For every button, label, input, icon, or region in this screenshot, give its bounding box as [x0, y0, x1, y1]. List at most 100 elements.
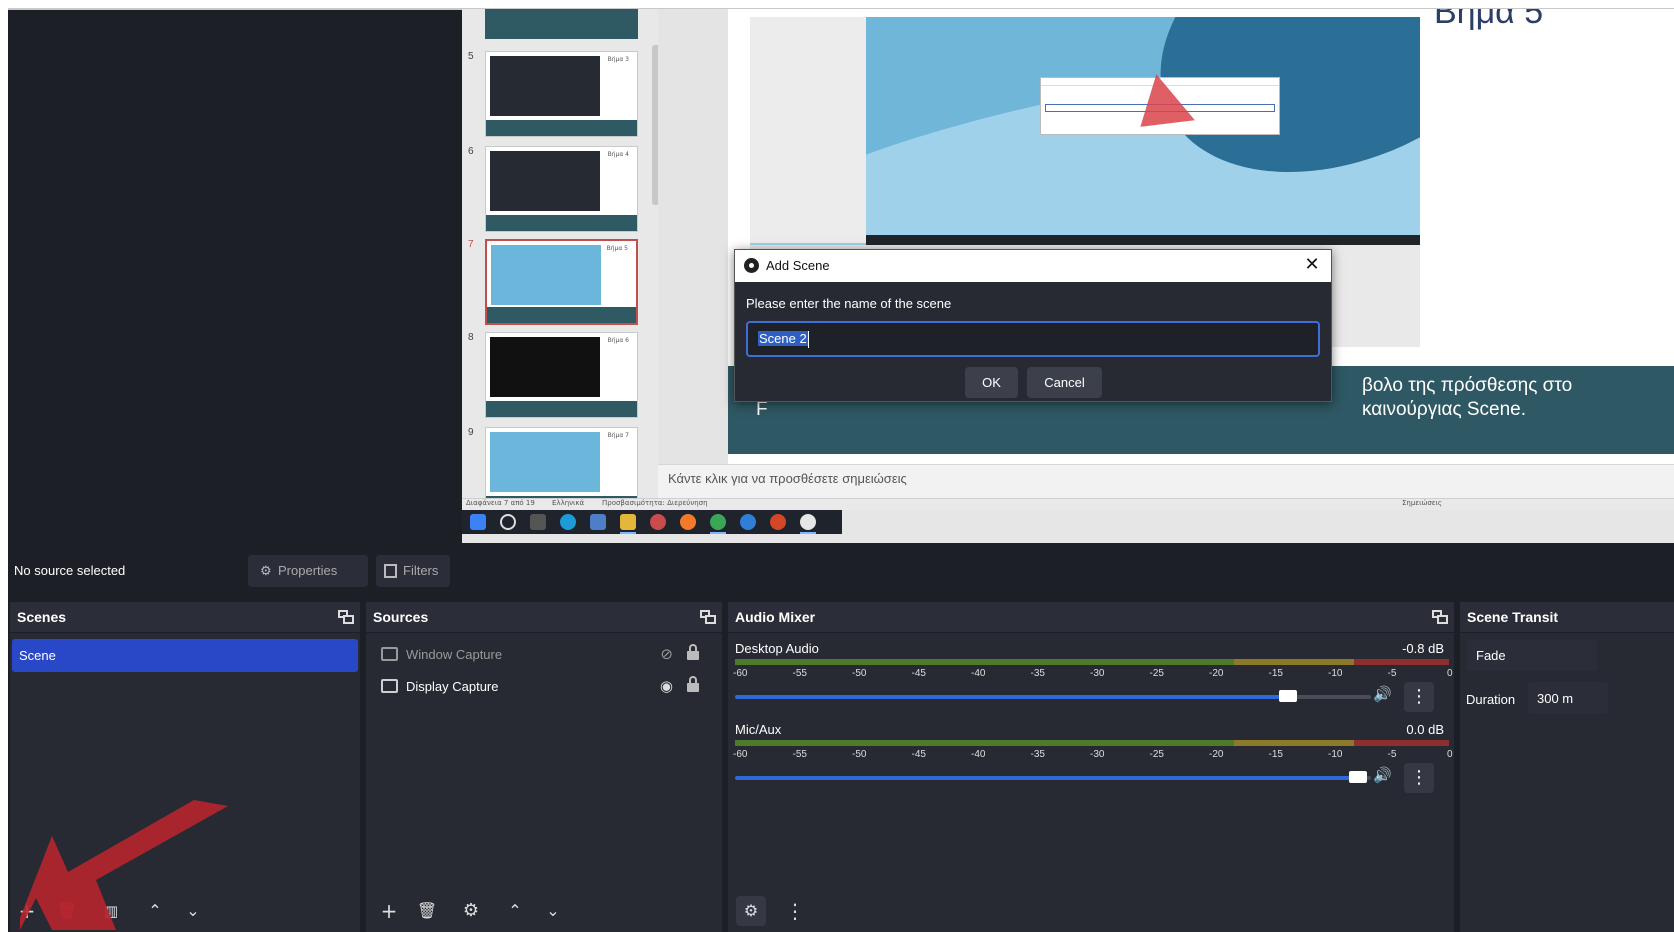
- remove-scene-button[interactable]: 🗑: [52, 896, 82, 926]
- taskbar-active-indicator: [620, 532, 636, 534]
- source-properties-gear-icon[interactable]: ⚙: [456, 896, 486, 926]
- remove-source-button[interactable]: 🗑: [412, 896, 442, 926]
- slide-thumbnail[interactable]: Βήμα 6: [485, 332, 638, 418]
- source-status: No source selected: [14, 563, 126, 578]
- thumbnail-tag: Βήμα 4: [607, 151, 629, 158]
- scenes-dock: Scenes Scene + 🗑 ▥ ⌃ ⌄: [10, 602, 360, 932]
- move-up-button[interactable]: ⌃: [500, 896, 530, 926]
- slide-thumbnail-pane: 5 Βήμα 3 6 Βήμα 4 7 Βήμα 5 8 Βήμα 6 9 Βή…: [462, 9, 660, 529]
- obs-logo-icon: [744, 258, 759, 273]
- windows-start-icon[interactable]: [470, 514, 486, 530]
- slide-thumbnail[interactable]: Βήμα 4: [485, 146, 638, 232]
- firefox-icon[interactable]: [680, 514, 696, 530]
- presentation-statusbar: Διαφάνεια 7 από 19 Ελληνικά Προσβασιμότη…: [462, 498, 1674, 510]
- filters-button[interactable]: Filters: [376, 555, 450, 587]
- slide-thumbnail-selected[interactable]: Βήμα 5: [485, 239, 638, 325]
- slide-body-text: βολο της πρόσθεσης στο καινούργιας Scene…: [1362, 374, 1572, 422]
- dock-header: Sources: [366, 602, 722, 633]
- channel-menu-button[interactable]: ⋮: [1404, 763, 1434, 793]
- duration-input[interactable]: 300 m: [1528, 682, 1608, 714]
- meter-tick-label: -5: [1387, 749, 1397, 760]
- task-view-icon[interactable]: [530, 514, 546, 530]
- edge-icon[interactable]: [560, 514, 576, 530]
- search-icon[interactable]: [500, 514, 516, 530]
- transition-select[interactable]: Fade: [1467, 640, 1597, 671]
- filter-icon: [384, 564, 397, 578]
- mixer-menu-button[interactable]: ⋮: [780, 896, 810, 926]
- taskbar-active-indicator: [710, 532, 726, 534]
- app-icon[interactable]: [590, 514, 606, 530]
- close-icon[interactable]: ✕: [1301, 254, 1323, 276]
- dialog-prompt: Please enter the name of the scene: [746, 296, 952, 311]
- speaker-icon[interactable]: 🔊: [1373, 766, 1392, 784]
- powerpoint-icon[interactable]: [770, 514, 786, 530]
- undock-icon[interactable]: [338, 610, 354, 624]
- move-down-button[interactable]: ⌄: [538, 896, 568, 926]
- cancel-button[interactable]: Cancel: [1027, 367, 1102, 398]
- slide-thumbnail[interactable]: Βήμα 3: [485, 51, 638, 137]
- lock-icon[interactable]: [686, 644, 700, 660]
- slide-text-line: βολο της πρόσθεσης στο: [1362, 375, 1573, 396]
- meter-tick-label: -40: [971, 749, 986, 760]
- volume-slider-fill[interactable]: [735, 776, 1358, 780]
- dialog-titlebar[interactable]: Add Scene ✕: [735, 250, 1331, 282]
- transition-value: Fade: [1476, 648, 1506, 663]
- add-source-button[interactable]: +: [374, 896, 404, 926]
- volume-slider-fill[interactable]: [735, 695, 1288, 699]
- meter-tick-label: -20: [1209, 749, 1224, 760]
- meter-tick-label: -15: [1268, 668, 1283, 679]
- scene-label: Scene: [19, 648, 56, 663]
- duration-label: Duration: [1466, 692, 1516, 707]
- scene-name-input[interactable]: Scene 2: [746, 321, 1320, 357]
- volume-slider-track[interactable]: [1288, 695, 1371, 699]
- move-up-button[interactable]: ⌃: [140, 896, 170, 926]
- eye-icon[interactable]: ◉: [660, 677, 673, 695]
- add-scene-button[interactable]: +: [12, 896, 42, 926]
- advanced-audio-gear-icon[interactable]: ⚙: [736, 896, 766, 926]
- app-icon[interactable]: [740, 514, 756, 530]
- screen: 5 Βήμα 3 6 Βήμα 4 7 Βήμα 5 8 Βήμα 6 9 Βή…: [0, 0, 1674, 932]
- meter-tick-label: -5: [1387, 668, 1397, 679]
- speaker-icon[interactable]: 🔊: [1373, 685, 1392, 703]
- source-item-display-capture[interactable]: Display Capture ◉: [366, 672, 722, 702]
- meter-tick-label: -40: [971, 668, 986, 679]
- status-slide-info: Διαφάνεια 7 από 19: [466, 499, 535, 507]
- preview-canvas[interactable]: 5 Βήμα 3 6 Βήμα 4 7 Βήμα 5 8 Βήμα 6 9 Βή…: [462, 9, 1674, 569]
- ok-button[interactable]: OK: [965, 367, 1018, 398]
- move-down-button[interactable]: ⌄: [178, 896, 208, 926]
- scene-name-value: Scene 2: [758, 331, 808, 346]
- volume-slider-handle[interactable]: [1349, 771, 1367, 783]
- undock-icon[interactable]: [700, 610, 716, 624]
- dialog-title: Add Scene: [766, 258, 830, 273]
- text-caret: [808, 331, 809, 348]
- eye-hidden-icon[interactable]: ⊘: [660, 645, 673, 663]
- add-scene-dialog: Add Scene ✕ Please enter the name of the…: [734, 249, 1332, 402]
- undock-icon[interactable]: [1432, 610, 1448, 624]
- channel-menu-button[interactable]: ⋮: [1404, 682, 1434, 712]
- meter-tick-label: -60: [733, 749, 748, 760]
- source-item-window-capture[interactable]: Window Capture ⊘: [366, 640, 722, 670]
- properties-button[interactable]: ⚙ Properties: [248, 555, 368, 587]
- obs-window: 5 Βήμα 3 6 Βήμα 4 7 Βήμα 5 8 Βήμα 6 9 Βή…: [8, 8, 1674, 932]
- meter-tick-label: -30: [1090, 668, 1105, 679]
- obs-icon[interactable]: [800, 514, 816, 530]
- scene-list-item[interactable]: Scene: [12, 639, 358, 672]
- audio-channel-mic: Mic/Aux 0.0 dB -60 -55 -50 -45 -40 -35 -30 -25-…: [728, 718, 1454, 798]
- slide-notes[interactable]: Κάντε κλικ για να προσθέσετε σημειώσεις: [658, 464, 1674, 498]
- dock-title: Sources: [373, 609, 429, 625]
- volume-slider-handle[interactable]: [1279, 690, 1297, 702]
- dock-footer: + 🗑 ⚙ ⌃ ⌄: [366, 888, 722, 932]
- thumbnail-number: 6: [468, 146, 474, 157]
- meter-tick-label: 0: [1447, 668, 1453, 679]
- meter-tick-label: -10: [1328, 749, 1343, 760]
- file-explorer-icon[interactable]: [620, 514, 636, 530]
- status-notes[interactable]: Σημειώσεις: [1402, 499, 1442, 507]
- scene-filters-button[interactable]: ▥: [96, 896, 126, 926]
- meter-tick-label: -25: [1149, 749, 1164, 760]
- app-icon[interactable]: [650, 514, 666, 530]
- chrome-icon[interactable]: [710, 514, 726, 530]
- lock-icon[interactable]: [686, 676, 700, 692]
- thumbnail-tag: Βήμα 6: [607, 337, 629, 344]
- meter-tick-label: -30: [1090, 749, 1105, 760]
- dock-header: Scenes: [10, 602, 360, 633]
